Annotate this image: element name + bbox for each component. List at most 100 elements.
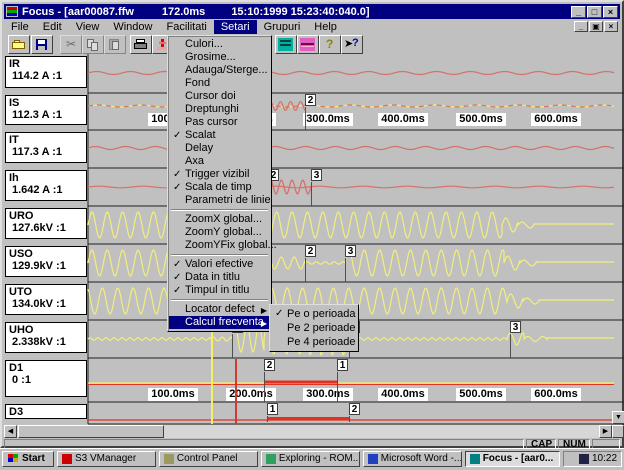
open-button[interactable] (8, 35, 30, 54)
menu-item-cursor-doi[interactable]: Cursor doi (169, 90, 270, 103)
menu-item-zoomy-global[interactable]: ZoomY global... (169, 226, 270, 239)
menu-item-culori[interactable]: Culori... (169, 38, 270, 51)
channel-label-it[interactable]: IT117.3 A :1 (5, 132, 87, 163)
menu-item-parametri-de-linie[interactable]: Parametri de linie (169, 194, 270, 207)
save-button[interactable] (31, 35, 53, 54)
title-bar[interactable]: Focus - [aar00087.ffw 172.0ms 15:10:1999… (4, 4, 620, 19)
cursor-marker-3[interactable]: 3 (510, 321, 521, 333)
menu-item-grosime[interactable]: Grosime... (169, 51, 270, 64)
screen: Focus - [aar00087.ffw 172.0ms 15:10:1999… (0, 0, 624, 468)
cursor-marker-line (305, 107, 306, 130)
cursor-marker-2[interactable]: 2 (264, 359, 275, 371)
minimize-button[interactable]: _ (571, 6, 586, 18)
cursor-marker-2[interactable]: 2 (305, 245, 316, 257)
menubar-item-edit[interactable]: Edit (36, 20, 69, 34)
cursor-marker-line (345, 258, 346, 282)
fault-cursor-line[interactable] (235, 359, 237, 424)
taskbar-task-2[interactable]: Control Panel (159, 451, 258, 467)
taskbar-task-3[interactable]: Exploring - ROM... (261, 451, 360, 467)
submenu-item-pe-o-perioada[interactable]: Pe o perioada✓ (271, 307, 357, 321)
menubar-item-grupuri[interactable]: Grupuri (257, 20, 308, 34)
time-axis-label: 500.0ms (456, 113, 506, 126)
menu-item-zoomyfix-global[interactable]: ZoomYFix global... (169, 239, 270, 252)
cursor-marker-1[interactable]: 1 (337, 359, 348, 371)
print-button[interactable] (130, 35, 152, 54)
app-icon (6, 6, 18, 17)
cursor-marker-3[interactable]: 3 (345, 245, 356, 257)
channel-label-uho[interactable]: UHO2.338kV :1 (5, 322, 87, 353)
menu-item-scala-de-timp[interactable]: Scala de timp✓ (169, 181, 270, 194)
close-button[interactable]: × (603, 6, 618, 18)
start-button[interactable]: Start (2, 451, 54, 467)
menu-item-locator-defect[interactable]: Locator defect▶ (169, 303, 270, 316)
menu-item-axa[interactable]: Axa (169, 155, 270, 168)
scroll-left-button[interactable]: ◀ (4, 425, 17, 438)
channel-label-uso[interactable]: USO129.9kV :1 (5, 246, 87, 277)
mdi-restore-button[interactable]: ▣ (589, 21, 603, 32)
cursor-marker-line (267, 416, 268, 422)
channel-label-ih[interactable]: Ih1.642 A :1 (5, 170, 87, 201)
channel-name: D1 (9, 362, 83, 374)
menu-item-scalat[interactable]: Scalat✓ (169, 129, 270, 142)
menu-item-pas-cursor[interactable]: Pas cursor (169, 116, 270, 129)
channel-label-is[interactable]: IS112.3 A :1 (5, 95, 87, 125)
menu-item-adauga-sterge[interactable]: Adauga/Sterge... (169, 64, 270, 77)
toolbar: ✂?➤? (4, 34, 620, 54)
scroll-right-button[interactable]: ▶ (599, 425, 612, 438)
task-label: Exploring - ROM... (279, 453, 360, 464)
cursor-marker-2[interactable]: 2 (305, 94, 316, 106)
vertical-scroll-down-button[interactable]: ▼ (612, 411, 624, 424)
task-label: S3 VManager (75, 453, 136, 464)
channel-label-d3[interactable]: D30 :1 (5, 404, 87, 419)
cursor-marker-2[interactable]: 2 (349, 403, 360, 415)
menu-item-calcul-frecventa[interactable]: Calcul frecventa▶ (169, 316, 270, 329)
taskbar-task-1[interactable]: S3 VManager (57, 451, 156, 467)
channel-label-uto[interactable]: UTO134.0kV :1 (5, 284, 87, 315)
chr-ffw-button[interactable] (275, 35, 297, 54)
time-axis-label: 400.0ms (378, 113, 428, 126)
submenu-arrow-icon: ▶ (261, 317, 267, 330)
mdi-minimize-button[interactable]: _ (574, 21, 588, 32)
menu-item-timpul-in-titlu[interactable]: Timpul in titlu✓ (169, 284, 270, 297)
menubar-item-setari[interactable]: Setari (214, 20, 257, 34)
checkmark-icon: ✓ (275, 307, 283, 321)
menubar-item-help[interactable]: Help (307, 20, 344, 34)
menubar-item-window[interactable]: Window (106, 20, 159, 34)
menubar-item-view[interactable]: View (69, 20, 107, 34)
scroll-corner (612, 425, 624, 438)
window-title-stamp: 15:10:1999 15:23:40:040.0] (231, 6, 369, 18)
channel-value: 0 :1 (9, 418, 83, 419)
menu-bar: FileEditViewWindowFacilitatiSetariGrupur… (4, 19, 620, 34)
scrollbar-thumb[interactable] (18, 425, 164, 438)
maximize-button[interactable]: □ (587, 6, 602, 18)
menu-item-trigger-vizibil[interactable]: Trigger vizibil✓ (169, 168, 270, 181)
menubar-item-file[interactable]: File (4, 20, 36, 34)
submenu-item-pe-2-perioade[interactable]: Pe 2 perioade (271, 321, 357, 335)
submenu-item-pe-4-perioade[interactable]: Pe 4 perioade (271, 335, 357, 349)
menu-item-fond[interactable]: Fond (169, 77, 270, 90)
channel-label-d1[interactable]: D10 :1 (5, 360, 87, 397)
menu-item-zoomx-global[interactable]: ZoomX global... (169, 213, 270, 226)
context-help-button[interactable]: ➤? (341, 35, 363, 54)
signal-button[interactable] (297, 35, 319, 54)
trigger-cursor-line[interactable] (211, 322, 213, 424)
time-axis-label: 100.0ms (148, 388, 198, 401)
mdi-close-button[interactable]: × (604, 21, 618, 32)
menubar-item-facilitati[interactable]: Facilitati (159, 20, 213, 34)
menu-item-valori-efective[interactable]: Valori efective✓ (169, 258, 270, 271)
paste-icon (107, 38, 123, 51)
horizontal-scrollbar[interactable]: ◀ ▶ (4, 425, 624, 438)
save-icon (34, 38, 50, 51)
menu-item-delay[interactable]: Delay (169, 142, 270, 155)
task-label: Focus - [aar0... (483, 453, 554, 464)
menu-item-dreptunghi[interactable]: Dreptunghi (169, 103, 270, 116)
channel-label-uro[interactable]: URO127.6kV :1 (5, 208, 87, 239)
cursor-marker-1[interactable]: 1 (267, 403, 278, 415)
channel-label-ir[interactable]: IR114.2 A :1 (5, 56, 87, 88)
cursor-marker-3[interactable]: 3 (311, 169, 322, 181)
taskbar-task-4[interactable]: Microsoft Word -... (363, 451, 462, 467)
menu-item-data-in-titlu[interactable]: Data in titlu✓ (169, 271, 270, 284)
taskbar-task-5[interactable]: Focus - [aar0... (465, 451, 560, 467)
channel-name: IT (9, 134, 83, 146)
help-button[interactable]: ? (319, 35, 341, 54)
